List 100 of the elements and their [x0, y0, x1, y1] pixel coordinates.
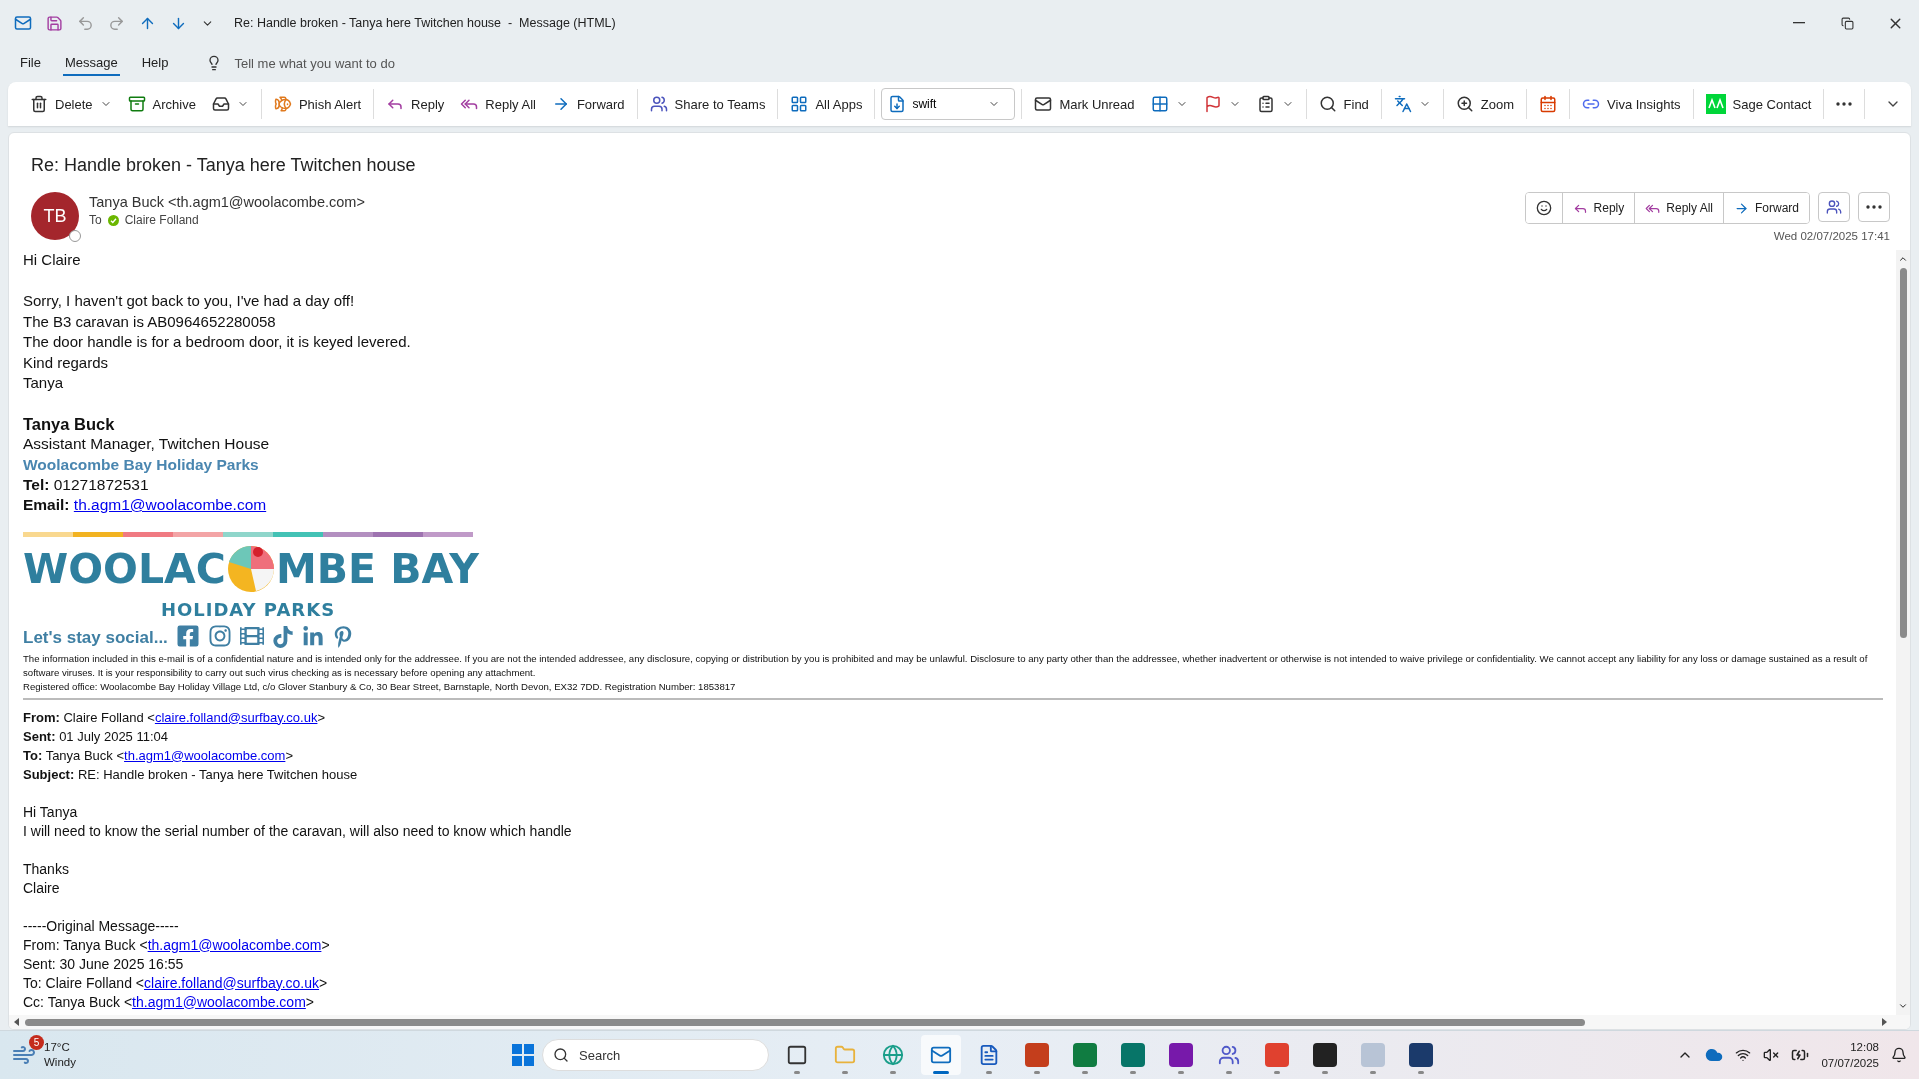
flag-icon	[1203, 95, 1222, 113]
sage-logo-icon	[1705, 94, 1726, 114]
vertical-scrollbar[interactable]	[1899, 268, 1907, 638]
app-icon	[1361, 1043, 1385, 1067]
logo-text: MBE BAY	[275, 543, 479, 595]
sender-avatar: TB	[31, 192, 79, 240]
body-text: Sorry, I haven't got back to you, I've had a day off!	[23, 292, 355, 309]
signature-role: Assistant Manager, Twitchen House	[23, 434, 271, 454]
facebook-icon[interactable]	[175, 623, 200, 648]
undo-icon[interactable]	[77, 14, 94, 32]
text-line: From: Claire Folland <claire.folland@surfbay.co.uk>	[23, 708, 326, 727]
fish-icon	[273, 95, 292, 113]
telephone-line: Tel: 01271872531	[23, 474, 150, 495]
to-label: To	[89, 213, 102, 227]
text-line: Hi Tanya	[23, 802, 79, 822]
wifi-icon[interactable]	[1735, 1047, 1752, 1063]
search-input[interactable]: Search	[577, 1046, 731, 1064]
search-icon	[553, 1047, 569, 1063]
scroll-right-icon[interactable]	[1880, 1018, 1888, 1026]
email-link[interactable]: claire.folland@surfbay.co.uk	[154, 709, 318, 725]
email-link[interactable]: claire.folland@surfbay.co.uk	[144, 974, 320, 991]
logo-subtitle: HOLIDAY PARKS	[159, 598, 337, 620]
reply-button[interactable]: Reply	[380, 89, 451, 119]
text-line: -----Original Message-----	[23, 916, 180, 936]
app-icon	[1073, 1043, 1097, 1067]
all-apps-button[interactable]: All Apps	[784, 89, 869, 119]
muted-speaker-icon[interactable]	[1763, 1047, 1780, 1063]
more-button[interactable]	[1858, 192, 1890, 222]
temperature: 17°C	[44, 1040, 71, 1055]
clock-time[interactable]: 12:08	[1850, 1039, 1879, 1055]
email-line: Email: th.agm1@woolacombe.com	[23, 495, 268, 515]
music-note-icon[interactable]	[271, 625, 294, 648]
horizontal-scrollbar[interactable]	[25, 1018, 1585, 1026]
people-icon	[649, 95, 668, 113]
scroll-up-icon[interactable]	[1898, 254, 1908, 264]
message-date: Wed 02/07/2025 17:41	[1773, 230, 1890, 242]
archive-button[interactable]: Archive	[121, 89, 202, 119]
save-icon[interactable]	[46, 14, 63, 32]
email-link[interactable]: th.agm1@woolacombe.com	[73, 496, 267, 513]
zoom-button[interactable]: Zoom	[1449, 89, 1521, 119]
translate-icon	[1393, 95, 1412, 113]
linkedin-icon[interactable]	[301, 625, 324, 648]
tell-me-field[interactable]: Tell me what you want to do	[232, 54, 497, 72]
share-to-teams-button[interactable]: Share to Teams	[643, 89, 772, 119]
envelope-icon	[930, 1044, 952, 1066]
weather-condition: Windy	[44, 1055, 76, 1070]
folder-icon	[834, 1044, 856, 1066]
menu-tab[interactable]: File	[18, 50, 43, 76]
teams-button[interactable]	[1818, 192, 1850, 222]
notification-icon[interactable]	[1891, 1047, 1907, 1063]
text-line: Sent: 30 June 2025 16:55	[23, 954, 185, 974]
text-line: Thanks	[23, 859, 70, 879]
logo-text: WOOLAC	[23, 543, 226, 595]
people-icon	[1218, 1044, 1240, 1066]
email-link[interactable]: th.agm1@woolacombe.com	[132, 993, 306, 1010]
body-text: The door handle is for a bedroom door, it is keyed levered.	[23, 333, 411, 350]
taskbar-search-field[interactable]: Search	[542, 1039, 769, 1071]
sage-contact-button[interactable]: Sage Contact	[1699, 89, 1818, 119]
envelope-icon	[1034, 95, 1053, 113]
body-text: The B3 caravan is AB0964652280058	[23, 312, 276, 330]
find-button[interactable]: Find	[1312, 89, 1375, 119]
reply-all-button[interactable]: Reply All	[454, 89, 542, 119]
viva-insights-button[interactable]: Viva Insights	[1576, 89, 1687, 119]
beach-ball-icon	[225, 543, 276, 594]
redo-icon[interactable]	[108, 14, 125, 32]
search-icon	[1318, 95, 1337, 113]
menu-tab[interactable]: Help	[139, 50, 171, 76]
globe-icon	[882, 1044, 904, 1066]
cloud-icon[interactable]	[1705, 1046, 1724, 1064]
email-link[interactable]: th.agm1@woolacombe.com	[124, 747, 286, 763]
start-icon[interactable]	[512, 1044, 534, 1066]
text-line: I will need to know the serial number of the caravan, will also need to know which handle	[23, 821, 573, 841]
forward-button[interactable]: Forward	[545, 89, 631, 119]
notification-badge: 5	[29, 1035, 44, 1050]
wind-icon[interactable]	[12, 1043, 36, 1067]
more-icon	[1836, 102, 1853, 106]
company-name: Woolacombe Bay Holiday Parks	[23, 454, 260, 475]
menu-tab[interactable]: Message	[62, 50, 120, 76]
calendar-icon	[1539, 95, 1558, 113]
mark-unread-button[interactable]: Mark Unread	[1028, 89, 1141, 119]
text-line: Cc: Tanya Buck <th.agm1@woolacombe.com>	[23, 992, 315, 1012]
delete-button[interactable]: Delete	[24, 89, 118, 119]
quick-steps-combo[interactable]: swift	[881, 88, 1016, 120]
minimize-icon	[1793, 22, 1805, 24]
app-icon	[1313, 1043, 1337, 1067]
document-icon	[978, 1044, 1000, 1066]
clock-date[interactable]: 07/07/2025	[1821, 1055, 1879, 1071]
scroll-down-icon[interactable]	[1898, 1001, 1908, 1011]
window-title: Re: Handle broken - Tanya here Twitchen house - Message (HTML)	[234, 16, 617, 30]
reaction-button[interactable]	[1525, 193, 1563, 223]
trash-icon	[30, 95, 48, 113]
phish-alert-button[interactable]: Phish Alert	[267, 89, 368, 119]
sender-name: Tanya Buck <th.agm1@woolacombe.com>	[89, 194, 366, 210]
text-line: To: Tanya Buck <th.agm1@woolacombe.com>	[23, 746, 294, 765]
camera-icon[interactable]	[207, 623, 232, 648]
text-line: From: Tanya Buck <th.agm1@woolacombe.com>	[23, 935, 331, 955]
email-link[interactable]: th.agm1@woolacombe.com	[147, 936, 322, 953]
app-icon	[1265, 1043, 1289, 1067]
recipient-name: Claire Folland	[124, 213, 199, 227]
scroll-left-icon[interactable]	[13, 1018, 21, 1026]
